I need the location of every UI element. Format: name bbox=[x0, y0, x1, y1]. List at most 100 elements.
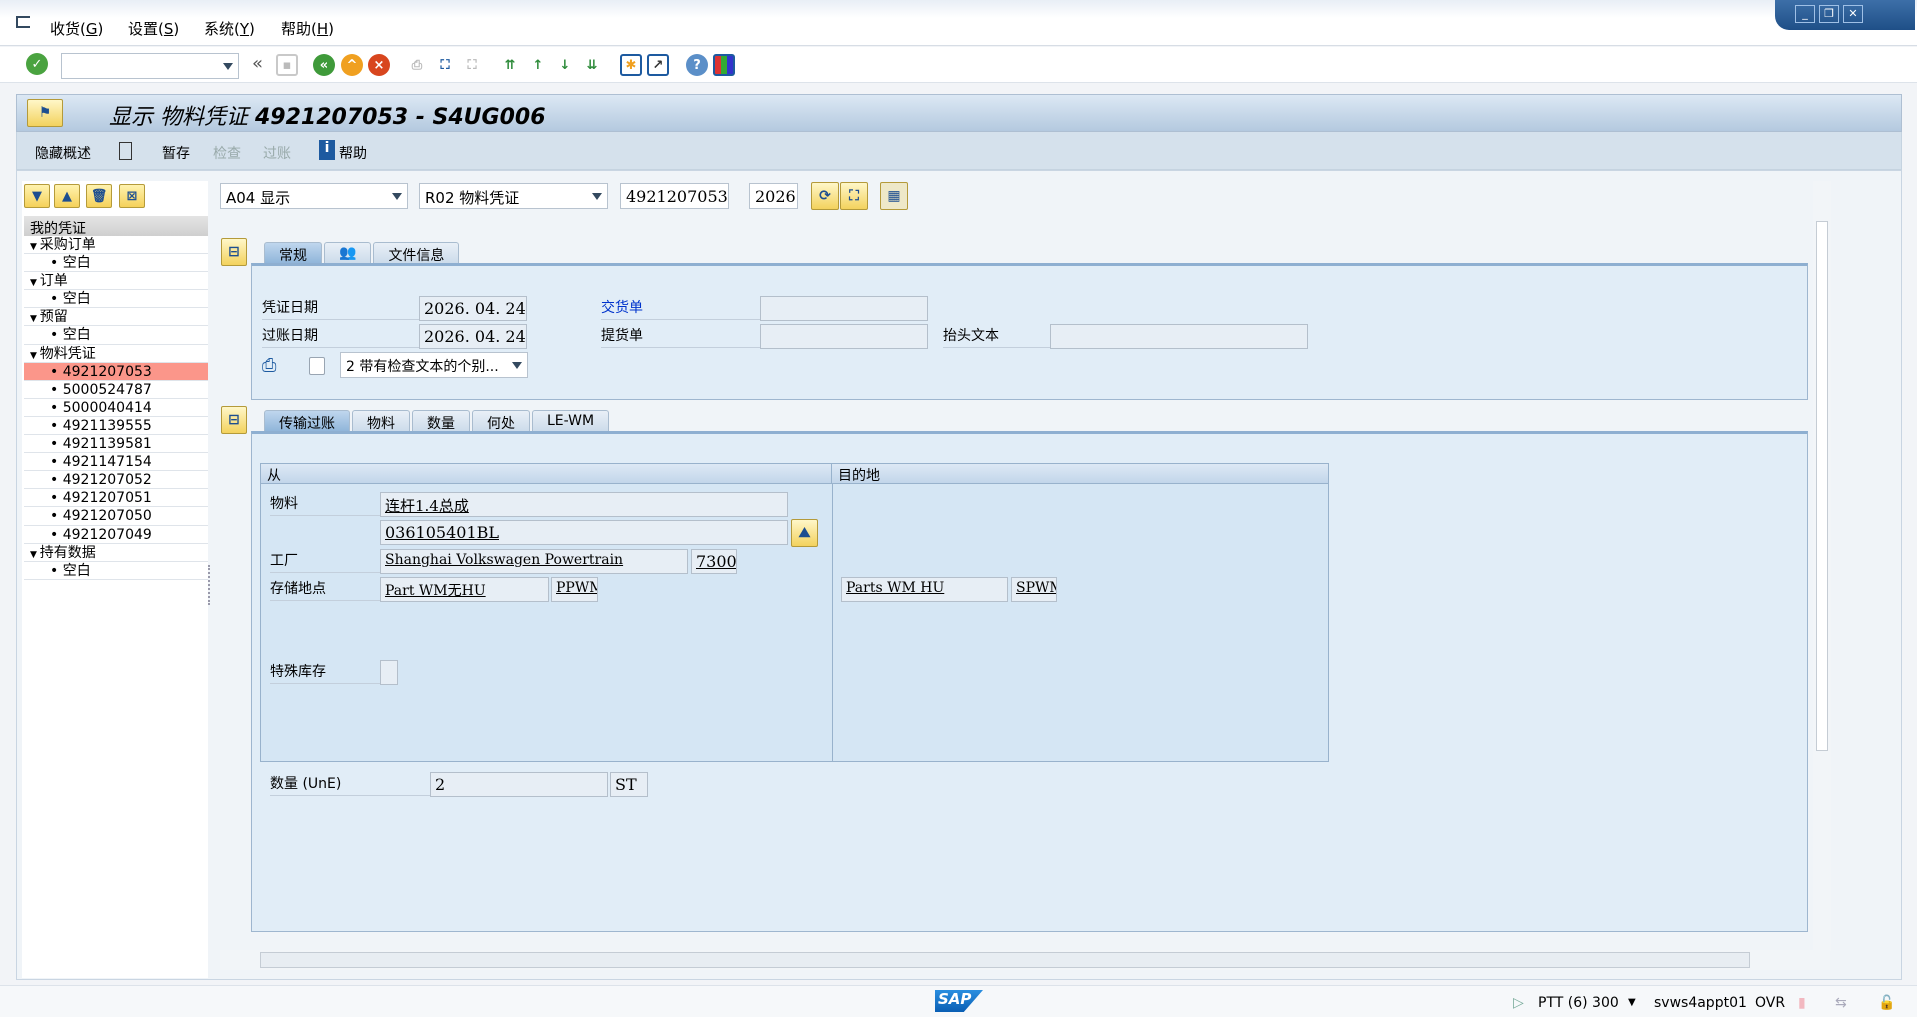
exit-icon[interactable]: ^ bbox=[341, 54, 363, 76]
next-page-icon[interactable]: ↓ bbox=[554, 54, 576, 76]
action-select[interactable]: A04 显示 bbox=[220, 183, 408, 209]
tab-transfer-posting[interactable]: 传输过账 bbox=[264, 410, 350, 432]
new-document-icon[interactable] bbox=[119, 142, 132, 160]
enter-icon[interactable]: ✓ bbox=[26, 53, 48, 75]
tree-leaf[interactable]: • 4921139555 bbox=[24, 417, 208, 436]
find-icon[interactable]: ⛶ bbox=[434, 54, 456, 76]
tab-general[interactable]: 常规 bbox=[264, 242, 322, 264]
tree-leaf[interactable]: • 空白 bbox=[24, 562, 208, 580]
tab-le-wm[interactable]: LE-WM bbox=[532, 410, 610, 432]
menu-system[interactable]: 系统(Y) bbox=[204, 18, 255, 39]
tree-leaf[interactable]: • 空白 bbox=[24, 290, 208, 309]
tree-leaf[interactable]: • 4921147154 bbox=[24, 453, 208, 472]
tree-leaf[interactable]: • 4921207049 bbox=[24, 526, 208, 544]
material-number-field[interactable]: 036105401BL bbox=[380, 520, 788, 545]
print-version-select[interactable]: 2 带有检查文本的个别... bbox=[340, 352, 528, 378]
horizontal-scrollbar[interactable] bbox=[220, 950, 1830, 970]
system-info[interactable]: PTT (6) 300 bbox=[1538, 995, 1619, 1011]
tree-leaf[interactable]: • 5000524787 bbox=[24, 381, 208, 399]
tree-leaf[interactable]: • 4921139581 bbox=[24, 435, 208, 454]
tab-partner[interactable]: 👥 bbox=[324, 242, 372, 264]
command-field[interactable] bbox=[61, 53, 239, 79]
close-tree-icon[interactable]: ⊠ bbox=[119, 184, 145, 208]
caret-down-icon[interactable]: ▼ bbox=[30, 550, 40, 560]
splitter-handle[interactable] bbox=[208, 565, 212, 605]
delivery-note-field[interactable] bbox=[760, 296, 928, 321]
help-icon[interactable]: ? bbox=[686, 54, 708, 76]
dest-sloc-code-field[interactable]: SPWM bbox=[1011, 577, 1057, 602]
delete-icon[interactable]: 🗑 bbox=[86, 184, 112, 208]
post-date-field[interactable]: 2026. 04. 24 bbox=[419, 324, 527, 349]
reference-select[interactable]: R02 物料凭证 bbox=[419, 183, 608, 209]
caret-down-icon[interactable]: ▼ bbox=[30, 242, 40, 252]
sloc-name-field[interactable]: Part WM无HU bbox=[380, 577, 549, 602]
tree-node[interactable]: ▼ 订单 bbox=[24, 272, 208, 291]
menu-settings[interactable]: 设置(S) bbox=[128, 18, 179, 39]
menu-icon[interactable] bbox=[16, 16, 30, 28]
special-stock-field[interactable] bbox=[380, 660, 398, 685]
tree-node[interactable]: ▼ 物料凭证 bbox=[24, 345, 208, 363]
material-desc-field[interactable]: 连杆1.4总成 bbox=[380, 492, 788, 517]
post-button[interactable]: 过账 bbox=[263, 143, 291, 163]
tab-quantity[interactable]: 数量 bbox=[412, 410, 470, 432]
quantity-field[interactable]: 2 bbox=[430, 772, 608, 797]
tree-leaf[interactable]: • 4921207053 bbox=[24, 362, 208, 381]
doc-date-field[interactable]: 2026. 04. 24 bbox=[419, 296, 527, 321]
shortcut-icon[interactable]: ↗ bbox=[647, 54, 669, 76]
transaction-menu-icon[interactable]: ⚑ bbox=[27, 99, 63, 127]
help-button[interactable]: 帮助 bbox=[339, 143, 367, 163]
header-collapse-icon[interactable]: ⊟ bbox=[221, 238, 247, 266]
last-page-icon[interactable]: ⇊ bbox=[581, 54, 603, 76]
new-session-icon[interactable]: ✱ bbox=[620, 54, 642, 76]
unit-field[interactable]: ST bbox=[610, 772, 648, 797]
minimize-button[interactable]: _ bbox=[1795, 5, 1815, 23]
print-icon[interactable]: ⎙ bbox=[406, 54, 428, 76]
expand-all-icon[interactable]: ▼ bbox=[24, 184, 50, 208]
material-display-icon[interactable]: ⛰ bbox=[791, 519, 818, 547]
collapse-icon[interactable]: « bbox=[252, 53, 263, 74]
tab-material[interactable]: 物料 bbox=[352, 410, 410, 432]
status-expand-icon[interactable]: ▷ bbox=[1513, 995, 1524, 1011]
menu-goods-receipt[interactable]: 收货(G) bbox=[50, 18, 103, 39]
tree-leaf[interactable]: • 4921207052 bbox=[24, 471, 208, 490]
caret-down-icon[interactable]: ▼ bbox=[30, 351, 40, 361]
find-icon[interactable]: ⛶ bbox=[840, 182, 868, 210]
tree-leaf[interactable]: • 4921207051 bbox=[24, 489, 208, 508]
delivery-note-link[interactable]: 交货单 bbox=[601, 296, 760, 320]
insert-mode[interactable]: OVR bbox=[1755, 995, 1785, 1011]
sloc-code-field[interactable]: PPWM bbox=[551, 577, 598, 602]
cancel-icon[interactable]: × bbox=[368, 54, 390, 76]
collapse-all-icon[interactable]: ▲ bbox=[54, 184, 80, 208]
tree-leaf[interactable]: • 空白 bbox=[24, 254, 208, 273]
tree-node[interactable]: ▼ 采购订单 bbox=[24, 236, 208, 255]
tree-leaf[interactable]: • 空白 bbox=[24, 326, 208, 345]
plant-name-field[interactable]: Shanghai Volkswagen Powertrain bbox=[380, 549, 688, 574]
hide-overview-button[interactable]: 隐藏概述 bbox=[35, 143, 91, 163]
tree-node[interactable]: ▼ 预留 bbox=[24, 308, 208, 327]
caret-down-icon[interactable]: ▼ bbox=[30, 278, 40, 288]
hold-button[interactable]: 暂存 bbox=[162, 143, 190, 163]
dest-sloc-name-field[interactable]: Parts WM HU bbox=[841, 577, 1008, 602]
check-button[interactable]: 检查 bbox=[213, 143, 241, 163]
tree-leaf[interactable]: • 5000040414 bbox=[24, 399, 208, 417]
doc-number-input[interactable]: 4921207053 bbox=[620, 183, 729, 209]
bill-of-lading-field[interactable] bbox=[760, 324, 928, 349]
tree-node[interactable]: ▼ 持有数据 bbox=[24, 544, 208, 562]
vertical-scrollbar[interactable] bbox=[1813, 181, 1831, 951]
tab-where[interactable]: 何处 bbox=[472, 410, 530, 432]
header-text-field[interactable] bbox=[1050, 324, 1308, 349]
first-page-icon[interactable]: ⇈ bbox=[499, 54, 521, 76]
chevron-down-icon[interactable]: ▼ bbox=[1628, 997, 1636, 1008]
tree-leaf[interactable]: • 4921207050 bbox=[24, 507, 208, 526]
restore-button[interactable]: ❐ bbox=[1819, 5, 1839, 23]
find-next-icon[interactable]: ⛶ bbox=[461, 54, 483, 76]
caret-down-icon[interactable]: ▼ bbox=[30, 314, 40, 324]
print-checkbox[interactable] bbox=[309, 357, 325, 375]
year-input[interactable]: 2026 bbox=[749, 183, 798, 209]
close-button[interactable]: ✕ bbox=[1843, 5, 1863, 23]
save-icon[interactable]: ▪ bbox=[276, 54, 298, 76]
back-icon[interactable]: « bbox=[313, 54, 335, 76]
previous-page-icon[interactable]: ↑ bbox=[527, 54, 549, 76]
execute-icon[interactable]: ⟳ bbox=[811, 182, 839, 210]
calculator-icon[interactable]: ▦ bbox=[880, 182, 908, 210]
